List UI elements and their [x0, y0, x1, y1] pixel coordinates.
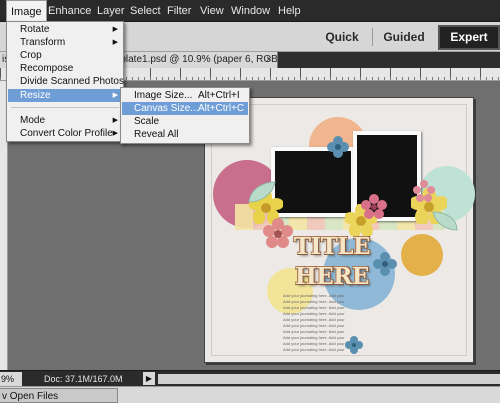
menu-item-recompose[interactable]: Recompose — [8, 62, 122, 75]
menu-item-scale[interactable]: Scale — [122, 115, 248, 128]
open-files-dropdown[interactable]: v Open Files — [0, 388, 118, 403]
resize-submenu: Image Size... Alt+Ctrl+I Canvas Size... Al… — [120, 87, 250, 144]
journaling-block[interactable]: Add your journaling here. Add your Add y… — [283, 293, 373, 353]
shortcut-label: Alt+Ctrl+I — [198, 90, 240, 101]
menu-item-label: Convert Color Profile — [20, 128, 113, 139]
title-banner: TITLE HERE — [269, 232, 395, 290]
horizontal-scrollbar[interactable] — [158, 374, 500, 384]
document-tab-title: mplate1.psd @ 10.9% (paper 6, RGB/8) — [112, 54, 278, 65]
menu-help[interactable]: Help — [274, 0, 305, 22]
menu-item-label: Canvas Size... — [134, 103, 199, 114]
zoom-field[interactable]: 9% — [0, 372, 22, 386]
menu-image[interactable]: Image — [6, 0, 47, 22]
leaf-icon — [432, 211, 458, 231]
photo-bin-bar: v Open Files — [0, 386, 500, 403]
mode-guided-button[interactable]: Guided — [373, 26, 435, 48]
menu-view[interactable]: View — [196, 0, 228, 22]
menu-item-divide-scanned-photos[interactable]: Divide Scanned Photos — [8, 75, 124, 88]
shortcut-label: Alt+Ctrl+C — [198, 103, 245, 114]
menu-bar: Image Enhance Layer Select Filter View W… — [0, 0, 500, 22]
menu-enhance[interactable]: Enhance — [44, 0, 95, 22]
submenu-arrow-icon: ▶ — [112, 92, 118, 99]
doc-size-info: Doc: 37.1M/167.0M — [44, 374, 123, 384]
menu-item-label: Image Size... — [134, 90, 193, 101]
menu-item-mode[interactable]: Mode ▶ — [8, 114, 122, 127]
menu-item-label: Resize — [20, 90, 51, 101]
image-menu-dropdown: Rotate ▶ Transform ▶ Crop Recompose Divide… — [6, 21, 124, 142]
menu-item-convert-color-profile[interactable]: Convert Color Profile ▶ — [8, 127, 122, 140]
menu-item-rotate[interactable]: Rotate ▶ — [8, 23, 122, 36]
menu-item-image-size[interactable]: Image Size... Alt+Ctrl+I — [122, 89, 248, 102]
submenu-arrow-icon: ▶ — [112, 117, 118, 124]
gold-circle — [401, 234, 443, 276]
status-bar: 9% Doc: 37.1M/167.0M ▶ — [0, 370, 500, 386]
menu-window[interactable]: Window — [227, 0, 274, 22]
flower-icon — [327, 136, 349, 158]
menu-item-crop[interactable]: Crop — [8, 49, 122, 62]
submenu-arrow-icon: ▶ — [112, 26, 118, 33]
menu-separator — [11, 107, 119, 108]
title-text[interactable]: TITLE HERE — [269, 232, 395, 290]
flower-icon — [413, 180, 435, 202]
close-tab-icon[interactable]: × — [266, 52, 272, 68]
submenu-arrow-icon: ▶ — [112, 130, 118, 137]
menu-item-canvas-size[interactable]: Canvas Size... Alt+Ctrl+C — [122, 102, 248, 115]
menu-item-label: Rotate — [20, 24, 50, 35]
menu-select[interactable]: Select — [126, 0, 165, 22]
journal-line: Add your journaling here. Add your — [283, 347, 345, 352]
menu-item-label: Transform — [20, 37, 66, 48]
status-menu-arrow-icon[interactable]: ▶ — [143, 372, 155, 385]
flower-icon — [361, 194, 387, 219]
menu-item-label: Mode — [20, 115, 46, 126]
leaf-icon — [248, 181, 276, 203]
mode-expert-button[interactable]: Expert — [438, 25, 500, 50]
menu-layer[interactable]: Layer — [93, 0, 129, 22]
menu-item-reveal-all[interactable]: Reveal All — [122, 128, 248, 141]
menu-item-transform[interactable]: Transform ▶ — [8, 36, 122, 49]
menu-item-resize[interactable]: Resize ▶ — [8, 89, 122, 102]
menu-filter[interactable]: Filter — [163, 0, 195, 22]
submenu-arrow-icon: ▶ — [112, 39, 118, 46]
mode-quick-button[interactable]: Quick — [312, 26, 372, 48]
